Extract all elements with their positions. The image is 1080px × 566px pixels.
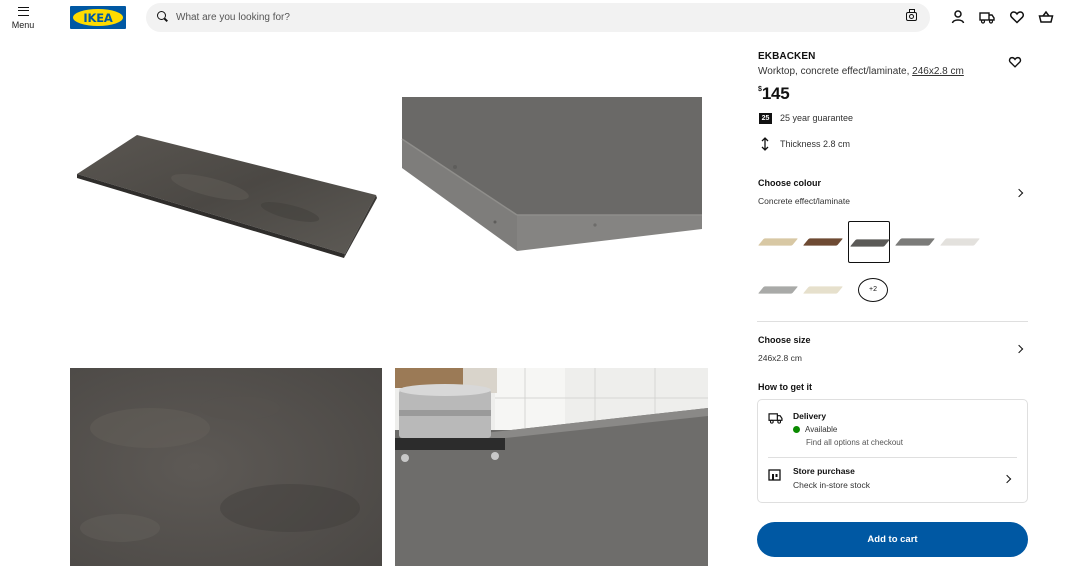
available-dot-icon <box>793 426 800 433</box>
logo-text: IKEA <box>83 11 113 25</box>
swatch-grey-stone[interactable] <box>757 269 799 311</box>
delivery-title: Delivery <box>793 411 827 421</box>
swatch-light-oak[interactable] <box>757 221 799 263</box>
guarantee-text: 25 year guarantee <box>780 113 854 123</box>
add-to-cart-button[interactable]: Add to cart <box>757 522 1028 557</box>
add-to-favourites-heart-icon[interactable] <box>1008 55 1022 69</box>
heart-icon[interactable] <box>1009 9 1025 25</box>
truck-icon <box>768 411 783 424</box>
swatch-walnut[interactable] <box>802 221 844 263</box>
price-amount: 145 <box>761 84 790 103</box>
profile-icon[interactable] <box>950 9 966 25</box>
choose-colour-button[interactable]: Choose colour Concrete effect/laminate <box>757 178 1028 212</box>
worktop-kitchen-scene-image[interactable] <box>395 368 708 566</box>
choose-size-button[interactable]: Choose size 246x2.8 cm <box>757 335 1028 365</box>
menu-label: Menu <box>11 20 35 30</box>
delivery-status: Available <box>793 425 837 434</box>
store-purchase-title: Store purchase <box>793 466 855 476</box>
divider <box>757 321 1028 322</box>
choose-size-title: Choose size <box>758 335 811 345</box>
ikea-logo[interactable]: IKEA <box>70 6 126 29</box>
chevron-right-icon <box>1002 474 1012 484</box>
chevron-right-icon <box>1014 188 1024 198</box>
price-currency: $ <box>758 86 762 93</box>
choose-colour-title: Choose colour <box>758 178 822 188</box>
swatch-light-grey[interactable] <box>939 221 981 263</box>
header: Menu IKEA <box>0 0 1080 40</box>
swatch-concrete-effect[interactable] <box>848 221 891 263</box>
search-bar <box>146 3 930 32</box>
worktop-surface-texture-image[interactable] <box>70 368 382 566</box>
store-purchase-sub: Check in-store stock <box>793 480 870 490</box>
search-icon <box>157 11 166 20</box>
product-description: Worktop, concrete effect/laminate, 246x2… <box>758 66 964 77</box>
thickness-arrow-icon <box>760 137 770 151</box>
delivery-note: Find all options at checkout <box>806 438 903 447</box>
product-info-panel: EKBACKEN Worktop, concrete effect/lamina… <box>757 40 1028 566</box>
menu-icon <box>17 7 29 16</box>
worktop-edge-closeup-image[interactable] <box>395 97 708 292</box>
availability-box: Delivery Available Find all options at c… <box>757 399 1028 503</box>
delivery-section: Delivery Available Find all options at c… <box>758 400 1027 457</box>
product-name: EKBACKEN <box>758 51 816 62</box>
delivery-status-text: Available <box>805 425 838 434</box>
swatch-dark-grey[interactable] <box>894 221 936 263</box>
store-purchase-button[interactable]: Store purchase Check in-store stock <box>758 458 1027 502</box>
product-price: $145 <box>758 84 790 104</box>
worktop-full-image[interactable] <box>70 97 382 292</box>
swatch-beige[interactable] <box>802 269 844 311</box>
how-to-get-it-title: How to get it <box>758 382 812 392</box>
store-icon <box>768 468 781 481</box>
selected-size: 246x2.8 cm <box>758 353 802 363</box>
guarantee-badge-icon: 25 <box>759 113 772 124</box>
camera-icon[interactable] <box>906 9 917 21</box>
search-input[interactable] <box>176 8 876 27</box>
menu-button[interactable]: Menu <box>8 4 38 36</box>
selected-colour: Concrete effect/laminate <box>758 196 850 206</box>
thickness-text: Thickness 2.8 cm <box>780 139 851 149</box>
chevron-right-icon <box>1014 344 1024 354</box>
truck-icon[interactable] <box>979 9 995 25</box>
more-colours-button[interactable]: +2 <box>858 278 888 302</box>
product-description-text: Worktop, concrete effect/laminate, <box>758 66 910 77</box>
product-size-link[interactable]: 246x2.8 cm <box>912 66 964 77</box>
basket-icon[interactable] <box>1038 9 1054 25</box>
